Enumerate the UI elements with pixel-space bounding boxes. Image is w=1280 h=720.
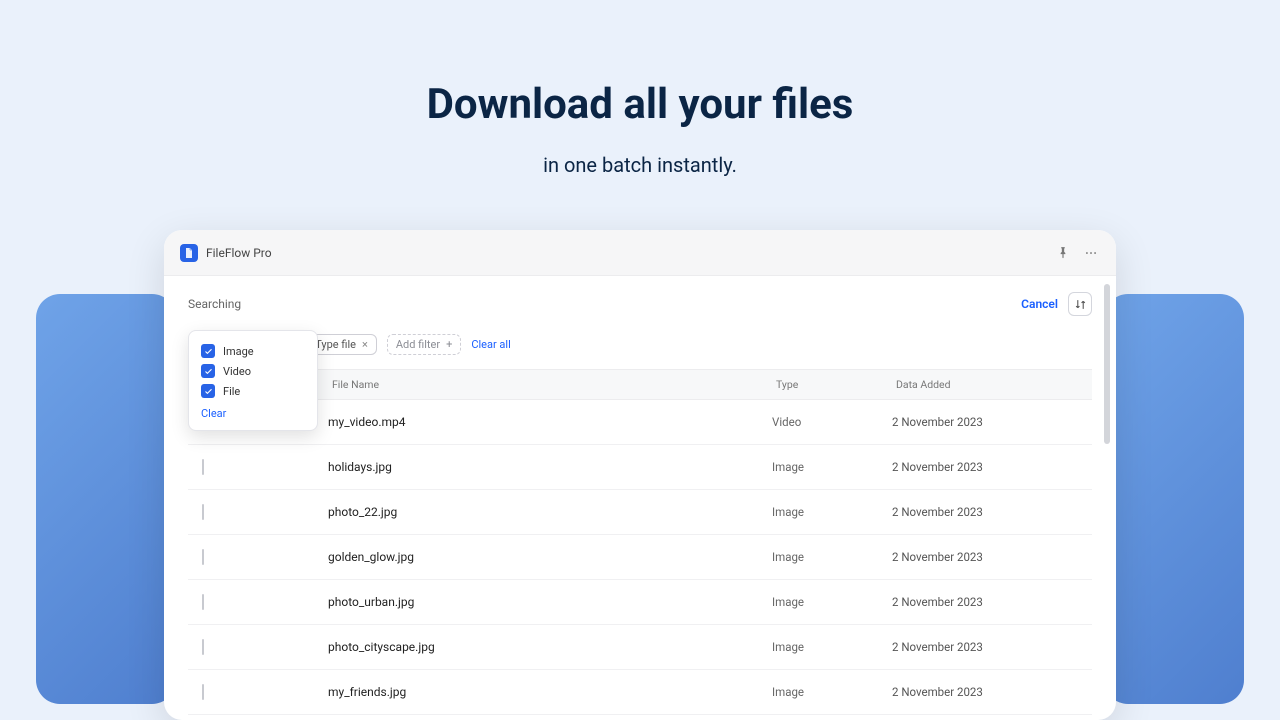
table-row[interactable]: photo_urban.jpg Image 2 November 2023 <box>188 580 1092 625</box>
pin-icon[interactable] <box>1056 245 1072 261</box>
search-status: Searching <box>188 297 241 311</box>
app-window: FileFlow Pro Searching Cancel Type image <box>164 230 1116 720</box>
file-date: 2 November 2023 <box>892 460 1092 474</box>
scrollbar[interactable] <box>1104 284 1110 444</box>
decorative-backdrop-left <box>36 294 176 704</box>
checkbox-checked-icon <box>201 344 215 358</box>
col-type: Type <box>772 378 892 391</box>
filter-option-label: Video <box>223 365 251 378</box>
decorative-backdrop-right <box>1104 294 1244 704</box>
table-row[interactable]: golden_glow.jpg Image 2 November 2023 <box>188 535 1092 580</box>
filter-option-file[interactable]: File <box>201 381 305 401</box>
file-type: Video <box>772 415 892 429</box>
filter-option-video[interactable]: Video <box>201 361 305 381</box>
filter-option-label: File <box>223 385 240 398</box>
table-row[interactable]: my_video.mp4 Video 2 November 2023 <box>188 400 1092 445</box>
file-name: photo_cityscape.jpg <box>328 640 772 654</box>
remove-filter-icon[interactable]: × <box>362 338 368 351</box>
sort-button[interactable] <box>1068 292 1092 316</box>
filter-option-label: Image <box>223 345 254 358</box>
file-date: 2 November 2023 <box>892 505 1092 519</box>
filter-row: Type image, Type video, Type file × Add … <box>188 334 1092 355</box>
checkbox-checked-icon <box>201 364 215 378</box>
file-type: Image <box>772 640 892 654</box>
add-filter-label: Add filter <box>396 338 440 351</box>
app-brand: FileFlow Pro <box>180 244 272 262</box>
file-date: 2 November 2023 <box>892 685 1092 699</box>
col-file-name: File Name <box>328 378 772 391</box>
row-checkbox[interactable] <box>202 504 204 520</box>
file-date: 2 November 2023 <box>892 550 1092 564</box>
add-filter-button[interactable]: Add filter + <box>387 334 462 355</box>
hero-title: Download all your files <box>0 80 1280 129</box>
file-date: 2 November 2023 <box>892 595 1092 609</box>
titlebar: FileFlow Pro <box>164 230 1116 276</box>
file-date: 2 November 2023 <box>892 640 1092 654</box>
table-row[interactable]: my_friends_2.jpg Image 2 November 2023 <box>188 715 1092 720</box>
file-type: Image <box>772 685 892 699</box>
table-row[interactable]: photo_cityscape.jpg Image 2 November 202… <box>188 625 1092 670</box>
row-checkbox[interactable] <box>202 549 204 565</box>
clear-all-button[interactable]: Clear all <box>471 338 510 351</box>
app-logo-icon <box>180 244 198 262</box>
file-name: photo_22.jpg <box>328 505 772 519</box>
file-date: 2 November 2023 <box>892 415 1092 429</box>
file-type: Image <box>772 460 892 474</box>
hero-subtitle: in one batch instantly. <box>0 153 1280 177</box>
row-checkbox[interactable] <box>202 459 204 475</box>
file-type: Image <box>772 550 892 564</box>
file-name: golden_glow.jpg <box>328 550 772 564</box>
checkbox-checked-icon <box>201 384 215 398</box>
table-row[interactable]: photo_22.jpg Image 2 November 2023 <box>188 490 1092 535</box>
file-name: my_video.mp4 <box>328 415 772 429</box>
file-name: photo_urban.jpg <box>328 595 772 609</box>
content-panel: Searching Cancel Type image, Type video,… <box>164 276 1116 720</box>
file-table: File Name Type Data Added my_video.mp4 V… <box>188 369 1092 720</box>
row-checkbox[interactable] <box>202 684 204 700</box>
file-name: my_friends.jpg <box>328 685 772 699</box>
row-checkbox[interactable] <box>202 594 204 610</box>
plus-icon: + <box>446 338 452 351</box>
file-type: Image <box>772 595 892 609</box>
file-name: holidays.jpg <box>328 460 772 474</box>
more-icon[interactable] <box>1084 245 1100 261</box>
table-header: File Name Type Data Added <box>188 369 1092 400</box>
type-filter-dropdown: Image Video File Clear <box>188 330 318 431</box>
filter-option-image[interactable]: Image <box>201 341 305 361</box>
col-date: Data Added <box>892 378 1092 391</box>
table-row[interactable]: holidays.jpg Image 2 November 2023 <box>188 445 1092 490</box>
table-row[interactable]: my_friends.jpg Image 2 November 2023 <box>188 670 1092 715</box>
dropdown-clear-button[interactable]: Clear <box>201 407 305 420</box>
file-type: Image <box>772 505 892 519</box>
cancel-button[interactable]: Cancel <box>1021 297 1058 311</box>
row-checkbox[interactable] <box>202 639 204 655</box>
app-name: FileFlow Pro <box>206 246 272 260</box>
